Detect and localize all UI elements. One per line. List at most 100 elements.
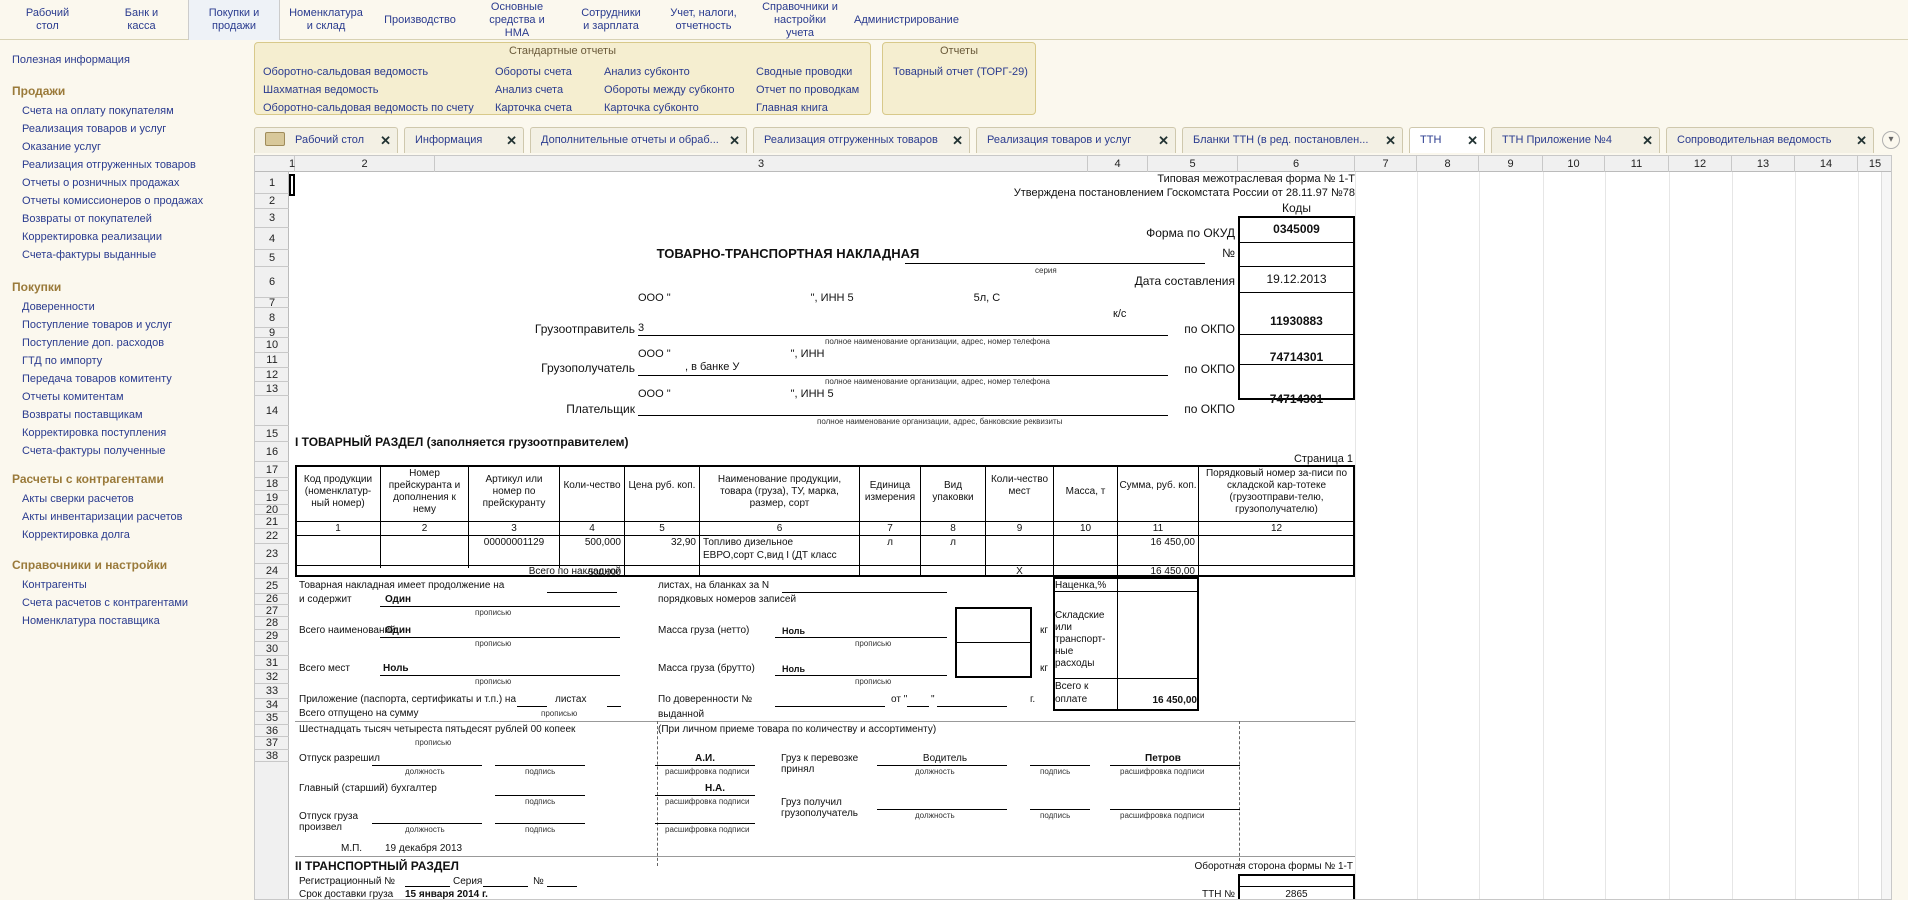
nav-item[interactable]: Поступление товаров и услуг (22, 316, 172, 334)
col-header[interactable]: 14 (1795, 156, 1858, 172)
row-header-cell[interactable]: 26 (255, 594, 289, 605)
close-icon[interactable]: ✕ (1158, 133, 1169, 149)
row-header-cell[interactable]: 7 (255, 298, 289, 309)
row-header-cell[interactable]: 14 (255, 396, 289, 426)
report-link[interactable]: Оборотно-сальдовая ведомость по счету (263, 99, 474, 117)
report-link[interactable]: Товарный отчет (ТОРГ-29) (893, 63, 1028, 81)
tab-accompanying[interactable]: Сопроводительная ведомость ✕ (1666, 127, 1874, 153)
nav-item[interactable]: Счета на оплату покупателям (22, 102, 203, 120)
nav-item[interactable]: Контрагенты (22, 576, 188, 594)
row-header-cell[interactable]: 15 (255, 426, 289, 442)
report-link[interactable]: Главная книга (756, 99, 859, 117)
close-icon[interactable]: ✕ (1467, 133, 1478, 149)
row-header-cell[interactable]: 32 (255, 670, 289, 684)
col-header[interactable]: 12 (1669, 156, 1732, 172)
row-header-cell[interactable]: 28 (255, 617, 289, 630)
close-icon[interactable]: ✕ (380, 133, 391, 149)
row-header-cell[interactable]: 19 (255, 491, 289, 505)
menu-purchases-sales[interactable]: Покупки и продажи (188, 0, 280, 40)
report-link[interactable]: Отчет по проводкам (756, 81, 859, 99)
col-header[interactable]: 3 (435, 156, 1088, 172)
nav-item[interactable]: Корректировка долга (22, 526, 182, 544)
menu-fixed-assets[interactable]: Основные средства и НМА (468, 0, 566, 40)
row-header-cell[interactable]: 23 (255, 544, 289, 564)
nav-item[interactable]: Оказание услуг (22, 138, 203, 156)
col-header[interactable]: 2 (295, 156, 435, 172)
menu-bank[interactable]: Банк и касса (95, 0, 188, 40)
row-header-cell[interactable]: 34 (255, 699, 289, 712)
close-icon[interactable]: ✕ (1385, 133, 1396, 149)
spreadsheet[interactable]: 1 2 3 4 5 6 7 8 9 10 11 12 13 14 15 1234… (254, 155, 1892, 900)
report-link[interactable]: Обороты счета (495, 63, 572, 81)
vertical-scrollbar[interactable] (1881, 172, 1891, 899)
row-header-cell[interactable]: 25 (255, 579, 289, 594)
nav-item[interactable]: ГТД по импорту (22, 352, 172, 370)
report-link[interactable]: Шахматная ведомость (263, 81, 474, 99)
row-header-cell[interactable]: 10 (255, 338, 289, 353)
nav-item[interactable]: Доверенности (22, 298, 172, 316)
row-header-cell[interactable]: 21 (255, 515, 289, 529)
row-header-cell[interactable]: 11 (255, 353, 289, 368)
row-header-cell[interactable]: 37 (255, 737, 289, 750)
report-link[interactable]: Оборотно-сальдовая ведомость (263, 63, 474, 81)
menu-employees[interactable]: Сотрудники и зарплата (566, 0, 656, 40)
col-header[interactable]: 7 (1355, 156, 1417, 172)
nav-useful-info[interactable]: Полезная информация (12, 54, 130, 66)
report-link[interactable]: Карточка субконто (604, 99, 734, 117)
tab-extra-reports[interactable]: Дополнительные отчеты и обраб... ✕ (530, 127, 747, 153)
nav-item[interactable]: Отчеты комиссионеров о продажах (22, 192, 203, 210)
nav-item[interactable]: Поступление доп. расходов (22, 334, 172, 352)
tab-ttn-appendix[interactable]: ТТН Приложение №4 ✕ (1491, 127, 1660, 153)
nav-item[interactable]: Возвраты поставщикам (22, 406, 172, 424)
tab-info[interactable]: Информация ✕ (404, 127, 524, 153)
col-header[interactable]: 10 (1543, 156, 1605, 172)
tab-sales[interactable]: Реализация товаров и услуг ✕ (976, 127, 1176, 153)
nav-item[interactable]: Корректировка поступления (22, 424, 172, 442)
nav-item[interactable]: Счета-фактуры полученные (22, 442, 172, 460)
report-link[interactable]: Сводные проводки (756, 63, 859, 81)
close-icon[interactable]: ✕ (506, 133, 517, 149)
close-icon[interactable]: ✕ (1856, 133, 1867, 149)
col-header[interactable]: 8 (1417, 156, 1479, 172)
row-header-cell[interactable]: 9 (255, 328, 289, 339)
row-header-cell[interactable]: 30 (255, 642, 289, 656)
row-header-cell[interactable]: 38 (255, 750, 289, 762)
menu-references[interactable]: Справочники и настройки учета (751, 0, 849, 40)
row-header-cell[interactable]: 36 (255, 725, 289, 737)
row-header-cell[interactable]: 24 (255, 564, 289, 579)
col-header[interactable]: 5 (1148, 156, 1238, 172)
nav-item[interactable]: Счета расчетов с контрагентами (22, 594, 188, 612)
nav-item[interactable]: Акты инвентаризации расчетов (22, 508, 182, 526)
col-header[interactable]: 9 (1479, 156, 1543, 172)
row-header-cell[interactable]: 29 (255, 630, 289, 642)
row-header-cell[interactable]: 16 (255, 442, 289, 462)
menu-taxes[interactable]: Учет, налоги, отчетность (656, 0, 751, 40)
nav-item[interactable]: Реализация товаров и услуг (22, 120, 203, 138)
row-header-cell[interactable]: 5 (255, 250, 289, 267)
col-header[interactable]: 15 (1858, 156, 1891, 172)
row-header-cell[interactable]: 22 (255, 529, 289, 544)
row-header-cell[interactable]: 27 (255, 605, 289, 617)
row-header-cell[interactable]: 8 (255, 308, 289, 328)
report-link[interactable]: Карточка счета (495, 99, 572, 117)
menu-nomenclature[interactable]: Номенклатура и склад (280, 0, 372, 40)
row-header-cell[interactable]: 12 (255, 368, 289, 382)
nav-item[interactable]: Отчеты о розничных продажах (22, 174, 203, 192)
col-header[interactable]: 13 (1732, 156, 1795, 172)
tab-shipped-goods[interactable]: Реализация отгруженных товаров ✕ (753, 127, 970, 153)
col-header[interactable]: 6 (1238, 156, 1355, 172)
row-header-cell[interactable]: 18 (255, 478, 289, 491)
nav-item[interactable]: Возвраты от покупателей (22, 210, 203, 228)
row-header-cell[interactable]: 31 (255, 656, 289, 670)
nav-item[interactable]: Номенклатура поставщика (22, 612, 188, 630)
nav-group-title[interactable]: Справочники и настройки (12, 558, 188, 572)
tab-ttn[interactable]: ТТН ✕ (1409, 127, 1485, 153)
report-link[interactable]: Обороты между субконто (604, 81, 734, 99)
close-icon[interactable]: ✕ (729, 133, 740, 149)
nav-group-title[interactable]: Покупки (12, 280, 172, 294)
row-header-cell[interactable]: 35 (255, 712, 289, 725)
tab-desktop[interactable]: Рабочий стол ✕ (254, 127, 398, 153)
nav-item[interactable]: Акты сверки расчетов (22, 490, 182, 508)
row-header-cell[interactable]: 13 (255, 382, 289, 396)
row-header-cell[interactable]: 2 (255, 194, 289, 209)
